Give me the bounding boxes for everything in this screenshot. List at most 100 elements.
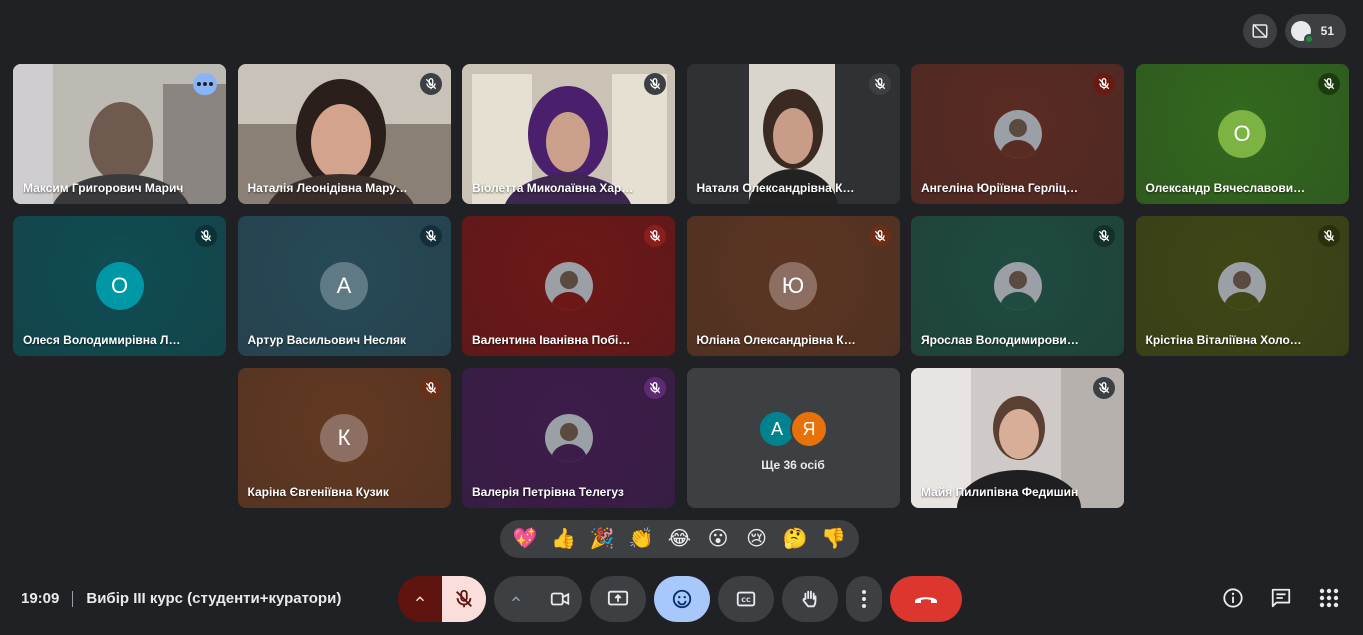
meeting-info: 19:09 Вибір III курс (студенти+куратори) [21,590,341,607]
participant-tile[interactable]: Крістіна Віталіївна Холодило [1135,216,1349,356]
reaction-emoji-button[interactable]: 🎉 [586,529,618,549]
participant-tile[interactable]: Наталія Леонідівна Марусяк [237,64,451,204]
mic-off-icon [874,230,885,242]
participants-button[interactable]: 51 [1284,14,1346,48]
participant-name: Наталія Леонідівна Марусяк [247,181,411,195]
activities-button[interactable] [1317,586,1341,610]
participant-name: Олеся Володимирівна Лутчак [23,333,186,347]
apps-grid-icon [1319,588,1339,608]
call-controls: CC [398,576,962,622]
reaction-emoji-button[interactable]: 😢 [741,529,773,549]
camera-control [494,576,582,622]
mic-muted-indicator [868,225,891,247]
chevron-up-icon [415,596,425,602]
leave-call-button[interactable] [890,576,962,622]
participant-tile[interactable]: Валерія Петрівна Телегуз [462,368,675,508]
video-options-button[interactable] [494,576,538,622]
mic-off-icon [1098,230,1110,242]
meeting-title: Вибір III курс (студенти+куратори) [86,590,342,607]
mic-off-icon [200,230,212,242]
participant-name: Наталя Олександрівна Ковал… [696,181,860,195]
mic-control [398,576,486,622]
mic-off-icon [649,78,661,90]
participant-photo [993,110,1042,158]
participant-tile[interactable]: Ю Юліана Олександрівна Карпі… [686,216,900,356]
meeting-details-button[interactable] [1221,586,1245,610]
mic-muted-indicator [419,225,442,247]
mic-off-icon [1323,230,1334,242]
participant-tile[interactable]: О Олеся Володимирівна Лутчак [13,216,226,356]
present-screen-button[interactable] [590,576,646,622]
mic-muted-indicator [1317,225,1340,247]
reaction-emoji-button[interactable]: 🤔 [779,529,811,549]
participant-avatar: Я [790,410,828,448]
top-right-controls: 51 [1242,14,1346,48]
mic-muted-indicator [195,225,217,247]
participant-tile[interactable]: Наталя Олександрівна Ковал… [686,64,900,204]
mic-muted-indicator [419,377,442,399]
mic-off-icon [649,382,661,394]
participant-name: Ангеліна Юріївна Герліцька [921,181,1084,195]
reaction-emoji-button[interactable]: 💖 [509,529,541,549]
no-video-frame-icon [1252,23,1268,39]
participant-photo [993,262,1042,310]
tile-options-button[interactable] [193,73,217,95]
mic-off-icon [425,78,436,90]
mic-muted-indicator [644,377,666,399]
participant-photo [544,414,593,462]
participant-tile[interactable]: Віолетта Миколаївна Хараба… [462,64,675,204]
participant-photo [1218,262,1266,310]
participant-name: Каріна Євгеніївна Кузик [247,485,389,499]
more-participants-tile[interactable]: А Я Ще 36 осіб [686,368,900,508]
reaction-emoji-button[interactable]: 😂 [663,529,695,549]
phone-hangup-icon [915,597,937,603]
mic-off-icon [874,78,885,90]
participant-avatar: О [95,262,144,310]
captions-icon: CC [736,591,756,607]
participant-name: Максим Григорович Марич [23,181,184,195]
mic-muted-indicator [644,225,666,247]
mic-off-icon [1098,382,1110,394]
chevron-up-icon [511,596,521,602]
participant-name: Юліана Олександрівна Карпі… [696,333,860,347]
reactions-button[interactable] [654,576,710,622]
chat-icon [1271,588,1291,608]
reaction-emoji-button[interactable]: 👍 [548,529,580,549]
camera-icon [550,592,570,606]
participant-tile[interactable]: Майя Пилипівна Федишин [911,368,1124,508]
mic-muted-indicator [644,73,666,95]
camera-toggle-button[interactable] [538,576,582,622]
participant-name: Артур Васильович Несляк [247,333,406,347]
participant-tile[interactable]: Ярослав Володимирович Мо… [911,216,1124,356]
participant-avatar: Ю [769,262,817,310]
reactions-bar: 💖 👍 🎉 👏 😂 😮 😢 🤔 👎 [500,520,859,558]
chat-button[interactable] [1269,586,1293,610]
smile-icon [672,589,692,609]
mic-muted-indicator [1093,73,1115,95]
reaction-emoji-button[interactable]: 👎 [818,529,850,549]
raise-hand-button[interactable] [782,576,838,622]
participant-name: Ярослав Володимирович Мо… [921,333,1084,347]
participant-tile[interactable]: Максим Григорович Марич [13,64,226,204]
mic-off-icon [1098,78,1110,90]
hide-self-view-button[interactable] [1242,14,1277,48]
participant-tile[interactable]: Валентина Іванівна Побіжан [462,216,675,356]
captions-button[interactable]: CC [718,576,774,622]
participant-tile[interactable]: А Артур Васильович Несляк [237,216,451,356]
self-avatar-icon [1290,21,1314,44]
participant-name: Віолетта Миколаївна Хараба… [472,181,635,195]
microphone-toggle-button[interactable] [442,576,486,622]
reaction-emoji-button[interactable]: 😮 [702,529,734,549]
participant-tile[interactable]: Ангеліна Юріївна Герліцька [911,64,1124,204]
mic-off-icon [1323,78,1334,90]
more-options-button[interactable] [846,576,882,622]
reaction-emoji-button[interactable]: 👏 [625,529,657,549]
present-icon [607,590,629,606]
participant-tile[interactable]: К Каріна Євгеніївна Кузик [237,368,451,508]
audio-options-button[interactable] [398,576,442,622]
participant-name: Крістіна Віталіївна Холодило [1145,333,1309,347]
participant-tile[interactable]: О Олександр Вячеславович Му… [1135,64,1349,204]
mic-off-icon [425,382,436,394]
side-panel-controls [1221,586,1341,610]
more-vertical-icon [862,590,866,608]
